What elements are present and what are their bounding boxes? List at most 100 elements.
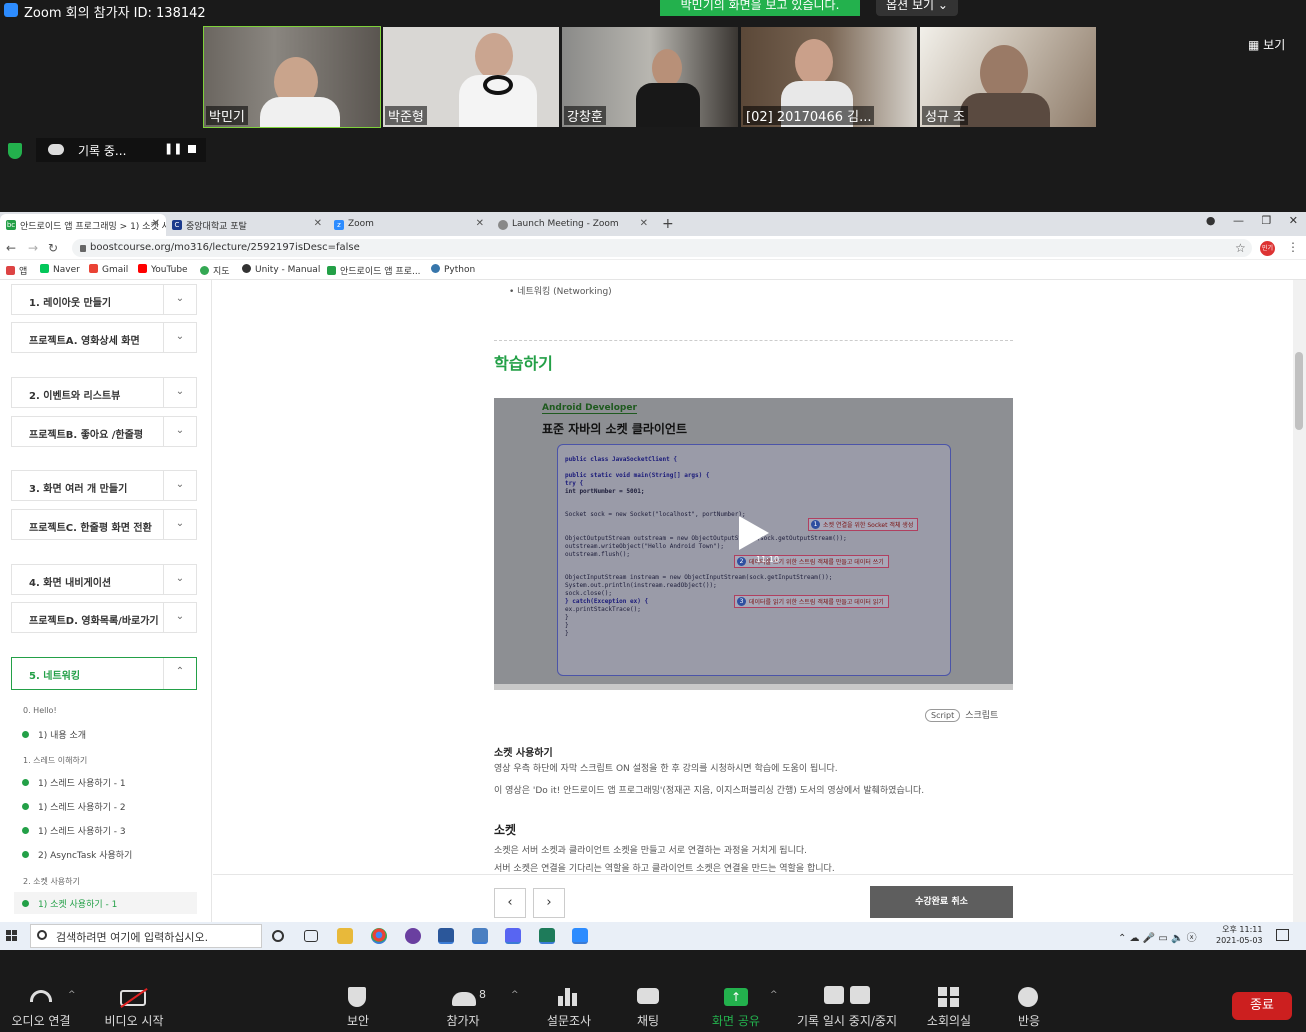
tab-zoom[interactable]: z Zoom ✕ (328, 214, 490, 236)
close-tab-icon[interactable]: ✕ (476, 218, 484, 229)
bookmark-naver[interactable]: Naver (40, 264, 80, 275)
close-tab-icon[interactable]: ✕ (152, 218, 160, 229)
lesson-item[interactable]: 1) 스레드 사용하기 - 3 (14, 819, 197, 841)
participant-tile[interactable]: 박준형 (383, 27, 559, 127)
security-button[interactable]: 보안 (336, 1012, 380, 1029)
url-input[interactable]: boostcourse.org/mo316/lecture/2592197isD… (72, 239, 1252, 257)
close-tab-icon[interactable]: ✕ (314, 218, 322, 229)
share-screen-button[interactable]: 화면 공유 (706, 1012, 766, 1029)
next-lesson-button[interactable]: › (533, 888, 565, 918)
bookmark-python[interactable]: Python (431, 264, 475, 275)
view-options-button[interactable]: 옵션 보기 ⌄ (876, 0, 958, 16)
stop-recording-icon[interactable] (188, 145, 196, 153)
file-explorer-icon[interactable] (337, 928, 353, 944)
join-audio-button[interactable]: 오디오 연결 (8, 1012, 74, 1029)
lock-icon (80, 245, 86, 252)
lesson-item[interactable]: 2) AsyncTask 사용하기 (14, 843, 197, 865)
share-screen-icon: ↑ (724, 988, 748, 1006)
notification-center-icon[interactable] (1276, 929, 1289, 941)
complete-dot-icon (22, 779, 29, 786)
code-line: outstream.flush(); (565, 551, 631, 558)
section-layout[interactable]: 1. 레이아웃 만들기 ⌄ (11, 284, 197, 315)
lesson-item[interactable]: 1) 내용 소개 (14, 723, 197, 745)
page-scrollbar[interactable] (1293, 280, 1306, 922)
taskbar-search-input[interactable]: 검색하려면 여기에 입력하십시오. (30, 924, 262, 948)
participant-tile[interactable]: 박민기 (203, 26, 381, 128)
view-toggle-label: 보기 (1263, 38, 1286, 52)
bookmark-maps[interactable]: 지도 (200, 264, 230, 277)
scroll-thumb[interactable] (1295, 352, 1303, 430)
app-icon[interactable] (472, 928, 488, 944)
zoom-titlebar: Zoom 회의 참가자 ID: 138142 (0, 0, 1306, 21)
section-events[interactable]: 2. 이벤트와 리스트뷰 ⌄ (11, 377, 197, 408)
taskbar-clock[interactable]: 오후 11:11 2021-05-03 (1216, 924, 1263, 946)
section-multi-screens[interactable]: 3. 화면 여러 개 만들기 ⌄ (11, 470, 197, 501)
group-label: 0. Hello! (23, 706, 57, 715)
polls-button[interactable]: 설문조사 (540, 1012, 598, 1029)
participants-button[interactable]: 참가자 (440, 1012, 486, 1029)
reactions-button[interactable]: 반응 (1010, 1012, 1048, 1029)
reload-icon[interactable]: ↻ (48, 241, 58, 255)
windows-start-icon[interactable] (6, 930, 18, 942)
end-meeting-button[interactable]: 종료 (1232, 992, 1292, 1020)
recording-control-button[interactable]: 기록 일시 중지/중지 (790, 1012, 904, 1029)
chevron-up-icon[interactable]: ^ (511, 990, 519, 1000)
encryption-shield-icon (8, 143, 22, 159)
lesson-item[interactable]: 1) 스레드 사용하기 - 2 (14, 795, 197, 817)
cortana-icon[interactable] (272, 930, 284, 942)
bookmark-apps[interactable]: 앱 (6, 264, 27, 277)
profile-avatar[interactable]: 민기 (1260, 241, 1275, 256)
participant-name: 성규 조 (922, 106, 969, 125)
start-video-button[interactable]: 비디오 시작 (98, 1012, 170, 1029)
chrome-icon[interactable] (371, 928, 387, 944)
section-project-d[interactable]: 프로젝트D. 영화목록/바로가기 ⌄ (11, 602, 197, 633)
tab-android-lecture[interactable]: bc 안드로이드 앱 프로그래밍 > 1) 소켓 사... ✕ (0, 214, 166, 236)
section-project-c[interactable]: 프로젝트C. 한줄평 화면 전환 ⌄ (11, 509, 197, 540)
breakout-rooms-button[interactable]: 소회의실 (920, 1012, 978, 1029)
participant-tile[interactable]: 강창훈 (562, 27, 738, 127)
bookmark-star-icon[interactable]: ☆ (1235, 241, 1246, 255)
section-project-a[interactable]: 프로젝트A. 영화상세 화면 ⌄ (11, 322, 197, 353)
bookmark-youtube[interactable]: YouTube (138, 264, 188, 275)
chevron-up-icon[interactable]: ^ (770, 990, 778, 1000)
back-arrow-icon[interactable]: ← (6, 241, 16, 255)
pycharm-icon[interactable] (539, 928, 555, 944)
menu-dots-icon[interactable]: ⋮ (1287, 240, 1299, 254)
participant-tile[interactable]: 성규 조 (920, 27, 1096, 127)
github-desktop-icon[interactable] (405, 928, 421, 944)
cancel-completion-button[interactable]: 수강완료 취소 (870, 886, 1013, 918)
video-player[interactable]: Android Developer 표준 자바의 소켓 클라이언트 public… (494, 398, 1013, 690)
video-progress-bar[interactable] (494, 684, 1013, 690)
tab-launch-meeting[interactable]: Launch Meeting - Zoom ✕ (492, 214, 654, 236)
section-project-b[interactable]: 프로젝트B. 좋아요 /한줄평 ⌄ (11, 416, 197, 447)
close-tab-icon[interactable]: ✕ (640, 218, 648, 229)
tab-cau-portal[interactable]: C 중앙대학교 포탈 ✕ (166, 214, 328, 236)
chat-button[interactable]: 채팅 (628, 1012, 668, 1029)
participant-tile[interactable]: [02] 20170466 김... (741, 27, 917, 127)
section-networking[interactable]: 5. 네트워킹 ⌃ (11, 657, 197, 690)
view-toggle-button[interactable]: ▦ 보기 (1248, 36, 1285, 53)
chevron-up-icon[interactable]: ^ (68, 990, 76, 1000)
map-pin-icon (200, 266, 209, 275)
system-tray[interactable]: ⌃ ☁ 🎤 ▭ 🔈 ⓧ (1118, 929, 1197, 944)
word-icon[interactable] (438, 928, 454, 944)
section-navigation[interactable]: 4. 화면 내비게이션 ⌄ (11, 564, 197, 595)
pause-recording-icon (824, 986, 844, 1004)
forward-arrow-icon[interactable]: → (28, 241, 38, 255)
script-toggle[interactable]: Script 스크립트 (925, 708, 998, 722)
pause-recording-icon[interactable]: ❚❚ (164, 142, 182, 155)
bookmark-android[interactable]: 안드로이드 앱 프로... (327, 264, 421, 277)
bookmark-unity[interactable]: Unity - Manual (242, 264, 320, 275)
subheading: 소켓 사용하기 (494, 748, 553, 759)
complete-dot-icon (22, 827, 29, 834)
zoom-taskbar-icon[interactable] (572, 928, 588, 944)
play-icon[interactable] (739, 516, 769, 550)
bookmark-gmail[interactable]: Gmail (89, 264, 128, 275)
window-controls[interactable]: ● — ❐ ✕ (1206, 214, 1298, 227)
task-view-icon[interactable] (304, 930, 318, 942)
prev-lesson-button[interactable]: ‹ (494, 888, 526, 918)
new-tab-icon[interactable]: + (662, 216, 674, 232)
lesson-item-current[interactable]: 1) 소켓 사용하기 - 1 (14, 892, 197, 914)
discord-icon[interactable] (505, 928, 521, 944)
lesson-item[interactable]: 1) 스레드 사용하기 - 1 (14, 771, 197, 793)
